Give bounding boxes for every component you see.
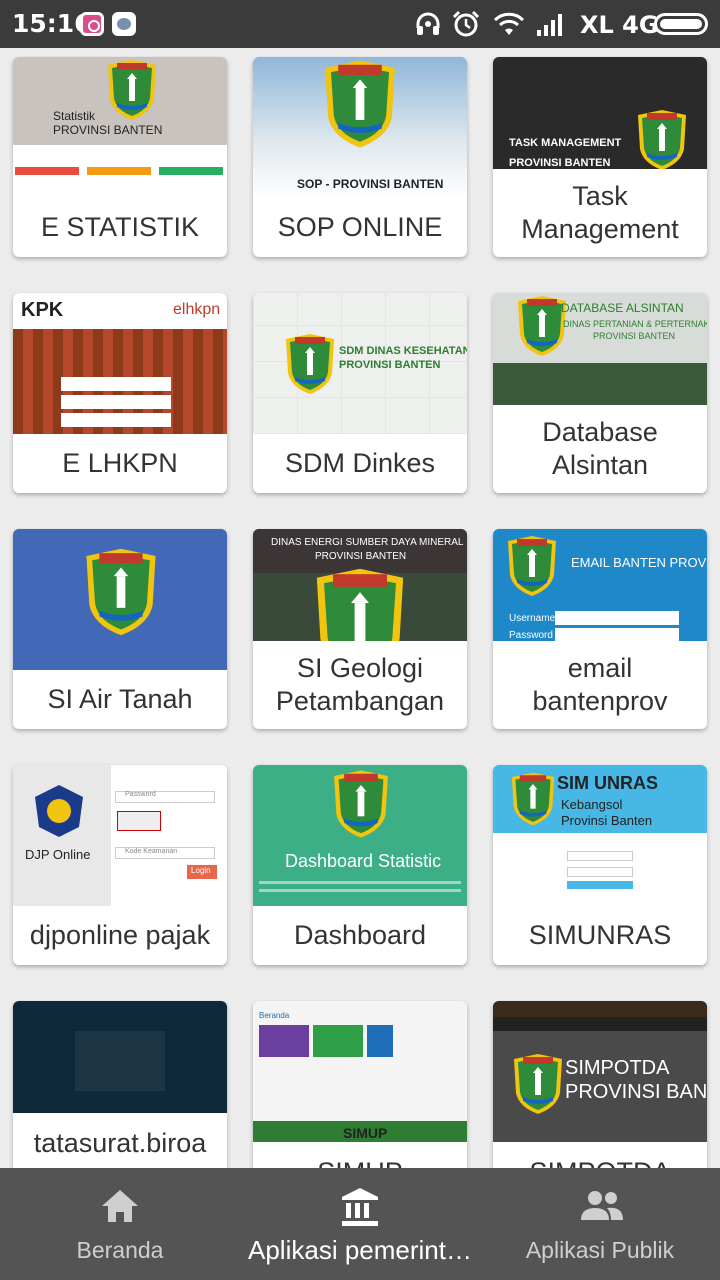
app-thumbnail: Statistik PROVINSI BANTEN: [13, 57, 227, 198]
app-card-e-statistik[interactable]: Statistik PROVINSI BANTEN E STATISTIK: [13, 57, 227, 257]
app-label: djponline pajak: [29, 920, 211, 950]
app-thumbnail: SIMPOTDA PROVINSI BANTEN: [493, 1001, 707, 1142]
home-icon: [102, 1190, 138, 1222]
app-card-e-lhkpn[interactable]: KPK elhkpn E LHKPN: [13, 293, 227, 493]
app-label: SI Air Tanah: [47, 684, 193, 714]
alarm-icon: [452, 10, 480, 37]
signal-icon: [537, 14, 562, 36]
app-card-simunras[interactable]: SIM UNRAS Kebangsol Provinsi Banten SIMU…: [493, 765, 707, 965]
battery-icon: [654, 13, 708, 35]
banten-crest-icon: [514, 1054, 562, 1114]
app-label: Database Alsintan: [497, 405, 703, 493]
app-label: tatasurat.biroa: [17, 1113, 223, 1168]
app-label: email bantenprov: [497, 641, 703, 729]
app-thumbnail: Dashboard Statistic: [253, 765, 467, 906]
app-card-sdm-dinkes[interactable]: SDM DINAS KESEHATAN PROVINSI BANTEN SDM …: [253, 293, 467, 493]
app-card-si-geologi-petambangan[interactable]: DINAS ENERGI SUMBER DAYA MINERAL PROVINS…: [253, 529, 467, 729]
banten-crest-icon: [508, 536, 556, 596]
app-grid[interactable]: Statistik PROVINSI BANTEN E STATISTIK SO…: [0, 48, 720, 1168]
people-icon: [581, 1191, 623, 1220]
app-card-dashboard[interactable]: Dashboard Statistic Dashboard: [253, 765, 467, 965]
app-thumbnail: EMAIL BANTEN PROV Username Password: [493, 529, 707, 641]
app-thumbnail: SOP - PROVINSI BANTEN: [253, 57, 467, 198]
banten-crest-icon: [108, 60, 156, 120]
app-label: E STATISTIK: [40, 212, 200, 242]
app-thumbnail: DINAS ENERGI SUMBER DAYA MINERAL PROVINS…: [253, 529, 467, 641]
nav-label: Beranda: [76, 1237, 164, 1263]
instagram-notification-icon: [80, 12, 104, 36]
app-label: Dashboard: [293, 920, 427, 950]
banten-crest-icon: [518, 296, 566, 356]
app-thumbnail: SDM DINAS KESEHATAN PROVINSI BANTEN: [253, 293, 467, 434]
app-card-email-bantenprov[interactable]: EMAIL BANTEN PROV Username Password emai…: [493, 529, 707, 729]
app-label: Task Management: [497, 169, 703, 257]
app-card-database-alsintan[interactable]: DATABASE ALSINTAN DINAS PERTANIAN & PERT…: [493, 293, 707, 493]
app-thumbnail: DJP Online Password Kode Keamanan Login: [13, 765, 227, 906]
app-thumbnail: Beranda SIMUP: [253, 1001, 467, 1142]
app-label: SI Geologi Petambangan: [257, 641, 463, 729]
app-card-djponline-pajak[interactable]: DJP Online Password Kode Keamanan Login …: [13, 765, 227, 965]
app-label: SDM Dinkes: [284, 448, 436, 478]
app-thumbnail: KPK elhkpn: [13, 293, 227, 434]
banten-crest-icon: [286, 334, 334, 394]
network-type: XL 4G: [580, 11, 659, 39]
app-thumbnail: TASK MANAGEMENT PROVINSI BANTEN: [493, 57, 707, 169]
headset-icon: [416, 12, 440, 35]
app-thumbnail: DATABASE ALSINTAN DINAS PERTANIAN & PERT…: [493, 293, 707, 405]
app-notification-icon: [112, 12, 136, 36]
app-label: SIMPOTDA: [497, 1142, 703, 1168]
nav-label: Aplikasi Publik: [525, 1237, 675, 1263]
status-bar: 15:16 XL 4G: [0, 0, 720, 48]
app-label: SOP ONLINE: [277, 212, 443, 242]
wifi-icon: [493, 12, 525, 35]
bottom-navigation: Beranda Aplikasi pemerint… Aplikasi Publ…: [0, 1168, 720, 1280]
app-label: SIMUNRAS: [528, 920, 672, 950]
nav-aplikasi-publik[interactable]: Aplikasi Publik: [480, 1168, 720, 1280]
banten-crest-icon: [316, 568, 404, 641]
app-label: E LHKPN: [62, 448, 178, 478]
app-card-simpotda[interactable]: SIMPOTDA PROVINSI BANTEN SIMPOTDA: [493, 1001, 707, 1168]
banten-crest-icon: [334, 770, 388, 838]
banten-crest-icon: [86, 548, 156, 636]
app-card-sop-online[interactable]: SOP - PROVINSI BANTEN SOP ONLINE: [253, 57, 467, 257]
app-card-si-air-tanah[interactable]: SI Air Tanah: [13, 529, 227, 729]
app-thumbnail: [13, 1001, 227, 1113]
nav-aplikasi-pemerintah[interactable]: Aplikasi pemerint…: [240, 1168, 480, 1280]
app-card-simup[interactable]: Beranda SIMUP SIMUP: [253, 1001, 467, 1168]
app-label: SIMUP: [257, 1142, 463, 1168]
banten-crest-icon: [511, 772, 555, 826]
banten-crest-icon: [638, 110, 686, 169]
government-building-icon: [342, 1188, 378, 1226]
nav-label: Aplikasi pemerint…: [248, 1235, 472, 1265]
nav-beranda[interactable]: Beranda: [0, 1168, 240, 1280]
djp-logo-icon: [35, 785, 83, 837]
app-thumbnail: [13, 529, 227, 670]
app-thumbnail: SIM UNRAS Kebangsol Provinsi Banten: [493, 765, 707, 906]
banten-crest-icon: [325, 60, 395, 148]
app-card-task-management[interactable]: TASK MANAGEMENT PROVINSI BANTEN Task Man…: [493, 57, 707, 257]
app-card-tatasurat[interactable]: tatasurat.biroa: [13, 1001, 227, 1168]
